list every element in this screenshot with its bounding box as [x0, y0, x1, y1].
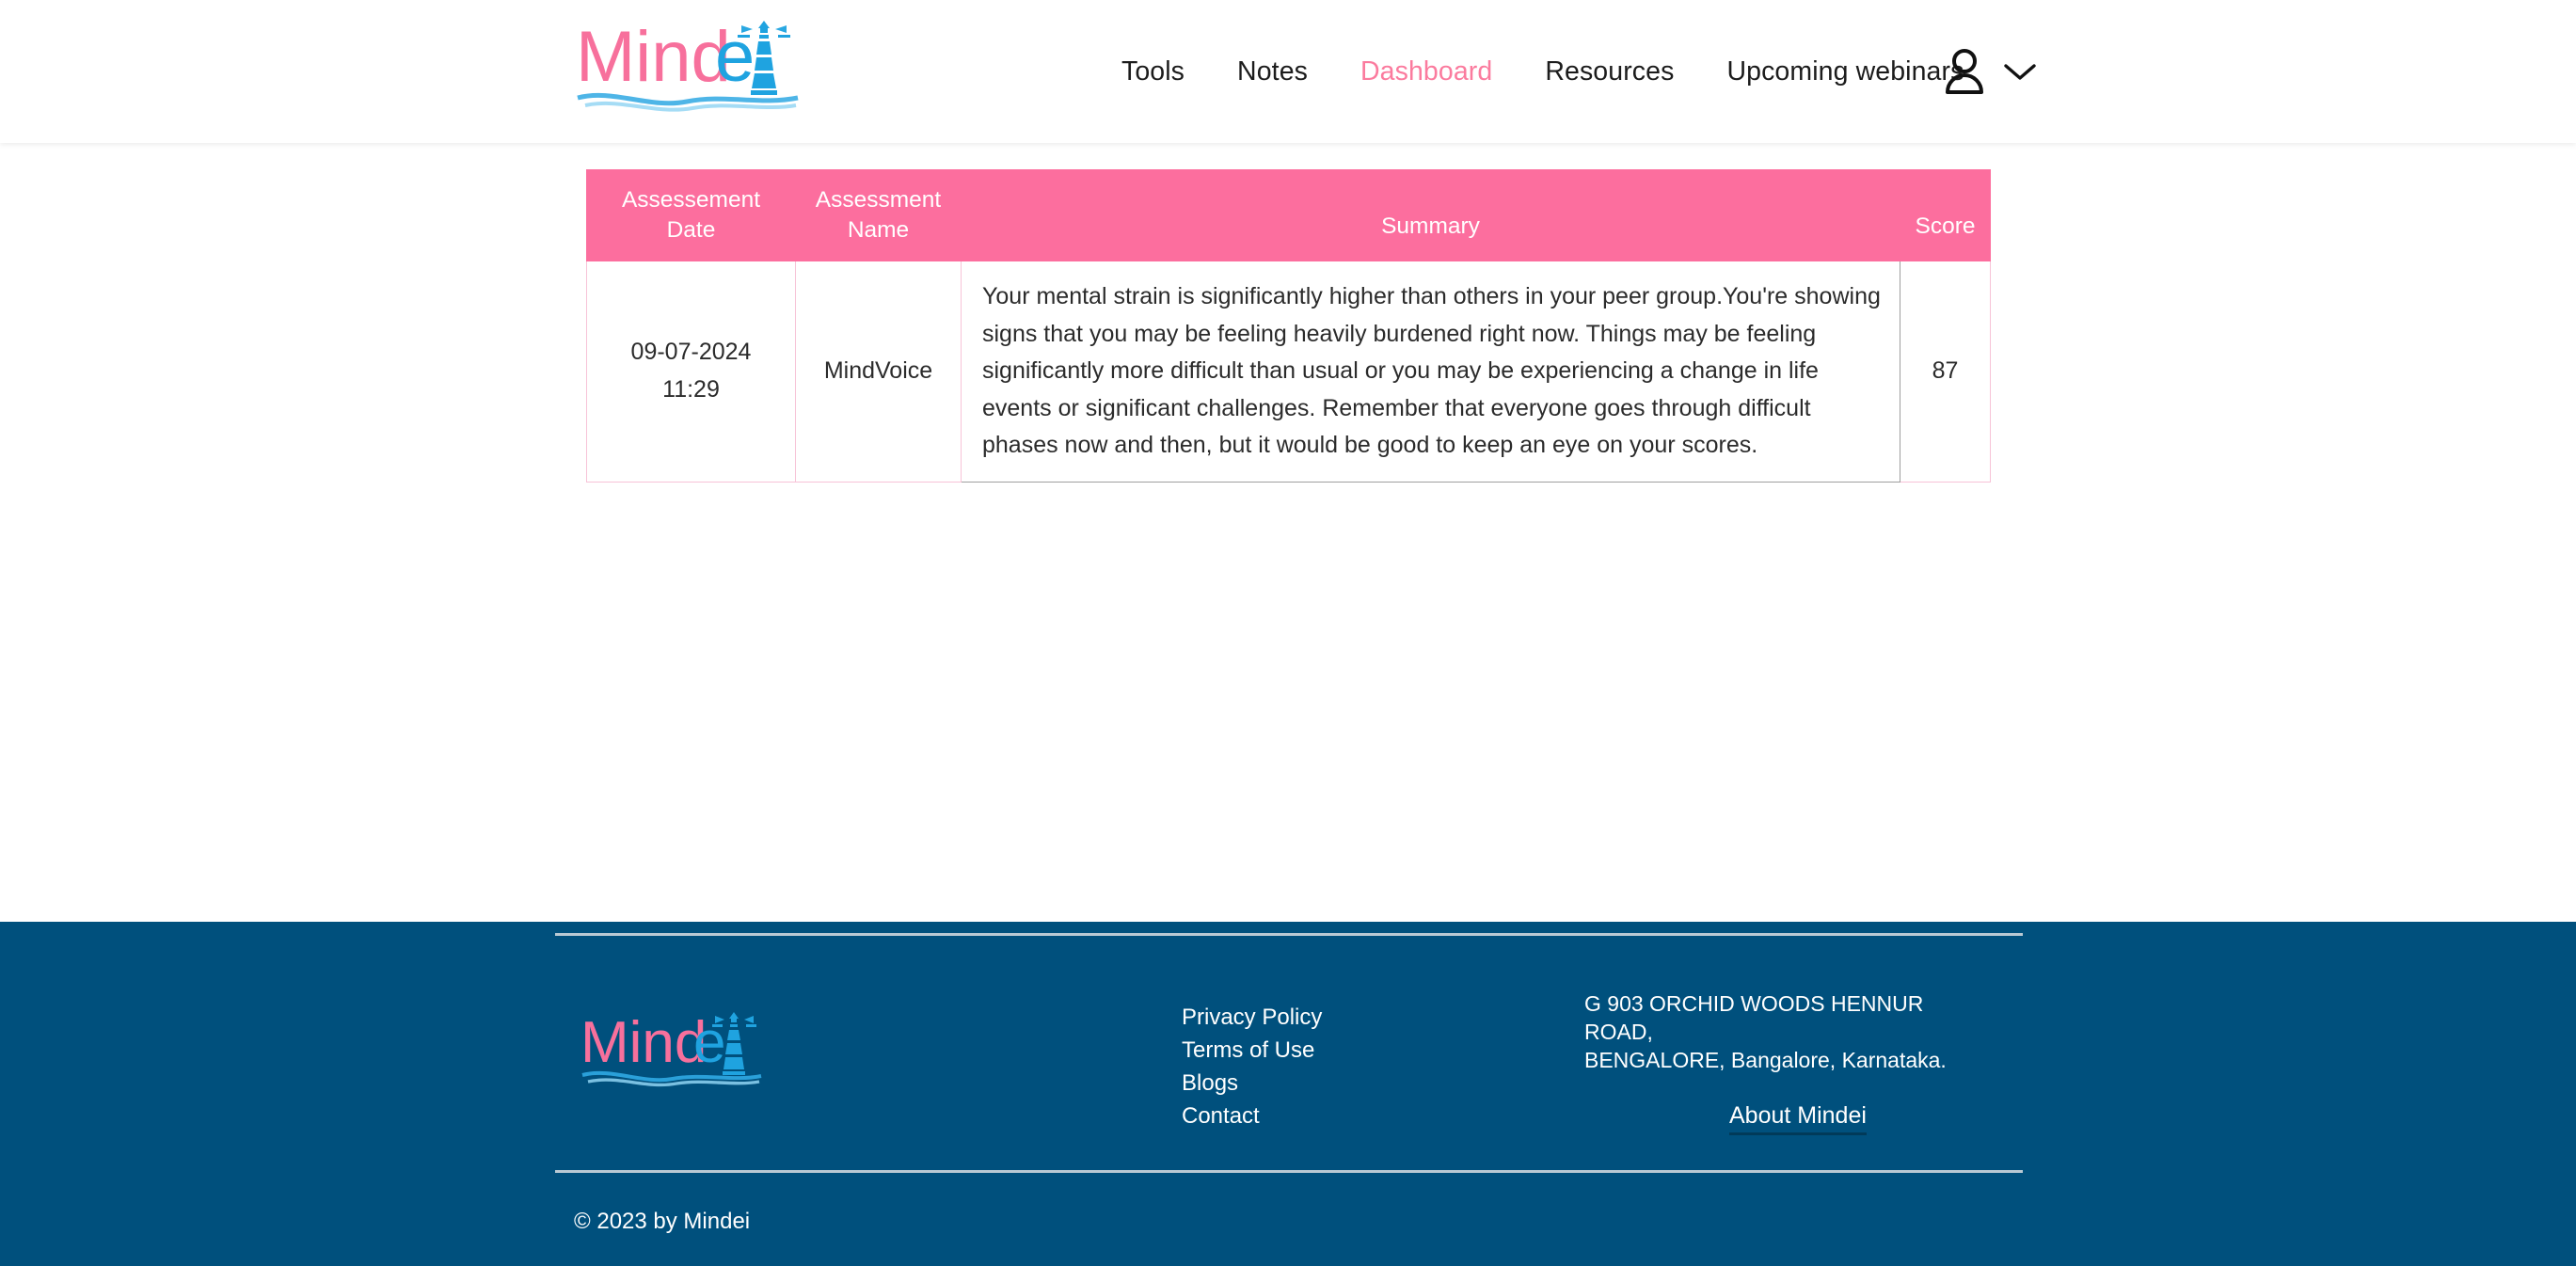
cell-assessment-date: 09-07-2024 11:29 — [586, 261, 796, 483]
site-logo[interactable]: Mind e — [576, 8, 837, 119]
nav-item-notes[interactable]: Notes — [1237, 56, 1308, 87]
chevron-down-icon — [2004, 64, 2036, 80]
assessment-table: Assessement Date Assessment Name Summary… — [586, 169, 1991, 483]
svg-text:Mind: Mind — [580, 1010, 707, 1075]
nav-item-dashboard[interactable]: Dashboard — [1360, 56, 1492, 87]
nav-item-resources[interactable]: Resources — [1545, 56, 1674, 87]
footer-link-contact[interactable]: Contact — [1182, 1100, 1322, 1132]
footer-link-privacy-policy[interactable]: Privacy Policy — [1182, 1001, 1322, 1034]
footer-divider-top — [555, 933, 2023, 936]
footer-copyright: © 2023 by Mindei — [574, 1209, 751, 1234]
main-content: Assessement Date Assessment Name Summary… — [0, 143, 2576, 922]
nav-item-upcoming-webinars[interactable]: Upcoming webinars — [1726, 56, 1964, 87]
column-header-assessment-date: Assessement Date — [586, 169, 796, 261]
main-navigation: Tools Notes Dashboard Resources Upcoming… — [1121, 0, 1964, 143]
address-line-2: BENGALORE, Bangalore, Karnataka. — [1584, 1048, 1947, 1072]
page-root: Mind e Tools Notes Dashboard Resources U… — [0, 0, 2576, 1266]
footer-divider-bottom — [555, 1170, 2023, 1173]
table-row: 09-07-2024 11:29 MindVoice Your mental s… — [586, 261, 1991, 483]
mindei-logo-icon: Mind e — [576, 17, 799, 112]
footer-links-list: Privacy Policy Terms of Use Blogs Contac… — [1182, 1001, 1322, 1132]
cell-score: 87 — [1900, 261, 1991, 483]
cell-summary: Your mental strain is significantly high… — [961, 261, 1900, 483]
user-menu-button[interactable] — [1940, 0, 2038, 143]
footer-link-terms-of-use[interactable]: Terms of Use — [1182, 1034, 1322, 1067]
footer-logo[interactable]: Mind e — [580, 1002, 797, 1092]
svg-text:Mind: Mind — [576, 17, 731, 97]
nav-item-tools[interactable]: Tools — [1121, 56, 1185, 87]
assessment-table-body: 09-07-2024 11:29 MindVoice Your mental s… — [586, 261, 1991, 483]
mindei-footer-logo-icon: Mind e — [580, 1010, 762, 1087]
footer-link-about-mindei[interactable]: About Mindei — [1729, 1102, 1867, 1135]
site-header: Mind e Tools Notes Dashboard Resources U… — [0, 0, 2576, 143]
column-header-score: Score — [1900, 169, 1991, 261]
column-header-summary: Summary — [961, 169, 1900, 261]
column-header-assessment-name: Assessment Name — [795, 169, 962, 261]
footer-address: G 903 ORCHID WOODS HENNUR ROAD, BENGALOR… — [1584, 989, 1980, 1074]
user-icon — [1946, 49, 1983, 94]
address-line-1: G 903 ORCHID WOODS HENNUR ROAD, — [1584, 991, 1924, 1044]
cell-assessment-name: MindVoice — [795, 261, 962, 483]
table-header-row: Assessement Date Assessment Name Summary… — [586, 169, 1991, 261]
assessment-table-head: Assessement Date Assessment Name Summary… — [586, 169, 1991, 261]
footer-link-blogs[interactable]: Blogs — [1182, 1067, 1322, 1100]
